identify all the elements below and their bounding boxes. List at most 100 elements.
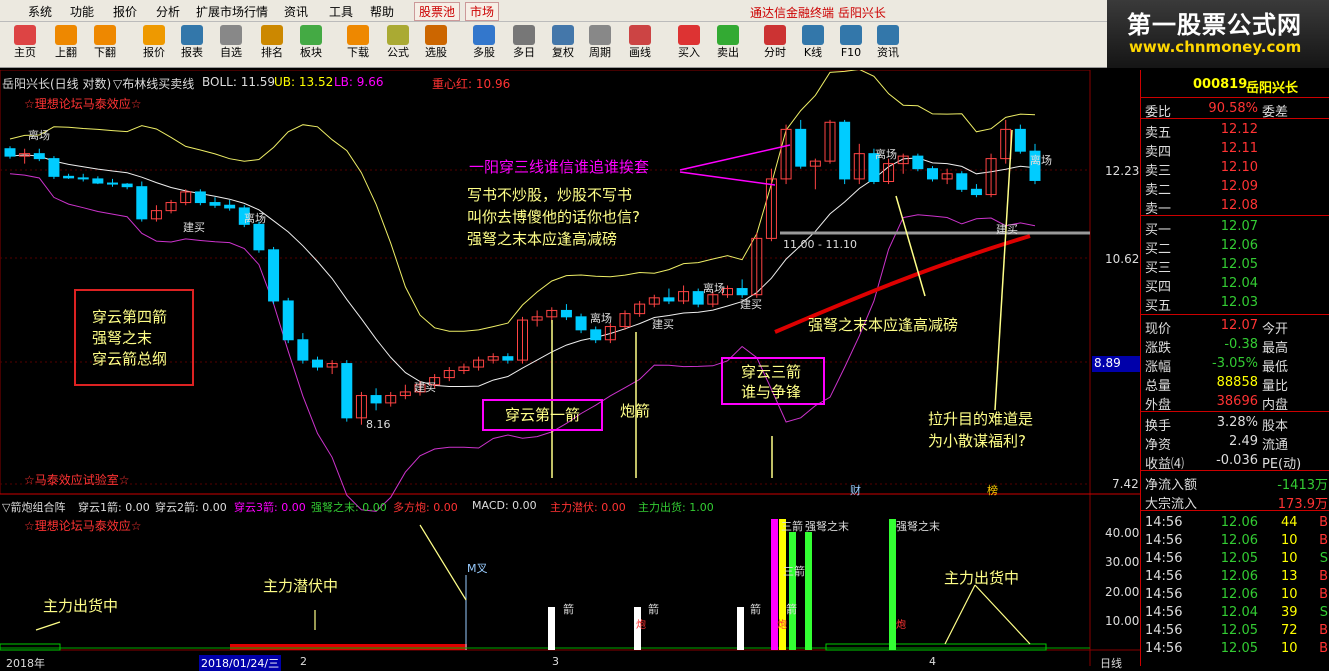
toolbar-f8-button[interactable]: 周期: [578, 24, 622, 66]
menu-extended-market[interactable]: 扩展市场行情: [196, 3, 268, 20]
signal-tag-buy: 建买: [996, 223, 1018, 236]
tick-row: 14:56 12.06 10 B: [1141, 531, 1329, 550]
toolbar-home-button[interactable]: 主页: [3, 24, 47, 66]
ask-row: 卖四 12.11: [1141, 139, 1329, 160]
signal-tag-exit: 离场: [590, 312, 612, 325]
bid-price: 12.07: [1220, 219, 1258, 234]
stat-row: 外盘 38696 内盘: [1141, 392, 1329, 413]
candle-body: [795, 128, 807, 167]
toolbar-sell-button[interactable]: 卖出: [706, 24, 750, 66]
timeshare-icon: [764, 25, 786, 45]
toolbar-report-button[interactable]: 报表: [170, 24, 214, 66]
toolbar-label: 卖出: [717, 46, 739, 59]
ranking-marker: 榜: [987, 484, 998, 497]
ask-price: 12.09: [1220, 179, 1258, 194]
toolbar-multi-day-button[interactable]: 多日: [502, 24, 546, 66]
toolbar-draw-button[interactable]: 画线: [618, 24, 662, 66]
annotation-arrow: [974, 584, 1031, 645]
sell-icon: [717, 25, 739, 45]
boll-upper-value: UB: 13.52: [274, 75, 334, 89]
window-title: 通达信金融终端 岳阳兴长: [750, 6, 886, 20]
macd-cross-label: M叉: [467, 562, 488, 575]
menu-system[interactable]: 系统: [28, 3, 52, 20]
toolbar-label: 自选: [220, 46, 242, 59]
bid-row: 买五 12.03: [1141, 293, 1329, 314]
menu-quote[interactable]: 报价: [113, 3, 137, 20]
toolbar-rank-button[interactable]: 排名: [250, 24, 294, 66]
stat-value: 88858: [1216, 375, 1258, 390]
candle-body: [502, 356, 514, 361]
ask-price: 12.10: [1220, 160, 1258, 175]
flow-value: 173.9万: [1277, 497, 1328, 512]
distribution-bar: [825, 643, 1047, 651]
candle-body: [224, 204, 236, 209]
report-icon: [181, 25, 203, 45]
bid-row: 买二 12.06: [1141, 236, 1329, 257]
chart-area[interactable]: 岳阳兴长(日线 对数) ▽布林线买卖线 BOLL: 11.59 UB: 13.5…: [0, 70, 1140, 671]
stock-pick-icon: [425, 25, 447, 45]
toolbar-f6-button[interactable]: 自选: [209, 24, 253, 66]
download-icon: [347, 25, 369, 45]
cannon-tag: 炮: [636, 620, 646, 631]
range-label: 11.00 - 11.10: [783, 238, 857, 251]
toolbar-label: 多股: [473, 46, 495, 59]
menu-analysis[interactable]: 分析: [156, 3, 180, 20]
logo-text: 第一股票公式网: [1127, 11, 1302, 39]
candle-body: [297, 339, 309, 361]
candle-body: [927, 168, 938, 180]
tab-stock-pool[interactable]: 股票池: [414, 2, 461, 21]
tick-time: 14:56: [1145, 641, 1183, 656]
tab-market[interactable]: 市场: [465, 2, 500, 21]
candle-body: [663, 297, 675, 302]
menu-tools[interactable]: 工具: [329, 3, 353, 20]
indicator-value-8: 主力出货: 1.00: [638, 501, 714, 514]
toolbar-sector-button[interactable]: 板块: [289, 24, 333, 66]
toolbar-download-button[interactable]: 下载: [336, 24, 380, 66]
candle-body: [121, 183, 133, 188]
toolbar-news-button[interactable]: 资讯: [866, 24, 910, 66]
candle-body: [77, 177, 89, 180]
toolbar-stock-pick-button[interactable]: 选股: [414, 24, 458, 66]
period-label[interactable]: 日线: [1100, 655, 1122, 671]
menu-help[interactable]: 帮助: [370, 3, 394, 20]
watermark-bottom: ☆马泰效应试验室☆: [24, 473, 130, 487]
kline-icon: [802, 25, 824, 45]
signal-tag-buy: 建买: [183, 221, 205, 234]
note-distribution-right: 主力出货中: [944, 569, 1020, 587]
tick-direction: B: [1319, 641, 1328, 656]
note-distribution-left: 主力出货中: [43, 597, 119, 615]
arrow-down-icon: [94, 25, 116, 45]
tick-volume: 10: [1281, 551, 1298, 566]
candle-body: [692, 291, 704, 305]
bid-row: 买四 12.04: [1141, 274, 1329, 295]
signal-tag-buy: 建买: [740, 298, 762, 311]
fund-flow-row: 大宗流入 173.9万: [1141, 491, 1329, 512]
signal-tag-exit: 离场: [703, 282, 725, 295]
price-tick-current: 8.89: [1092, 356, 1140, 372]
tick-price: 12.06: [1220, 533, 1258, 548]
candle-body: [956, 173, 968, 190]
arrow-up-icon: [55, 25, 77, 45]
bid-row: 买三 12.05: [1141, 255, 1329, 276]
chart-stock-name: 岳阳兴长(日线 对数): [2, 77, 112, 91]
annotation-arrow: [35, 621, 61, 631]
toolbar-label: 资讯: [877, 46, 899, 59]
f8-icon: [589, 25, 611, 45]
tick-row: 14:56 12.05 10 B: [1141, 639, 1329, 658]
candle-body: [253, 223, 265, 251]
buy-icon: [678, 25, 700, 45]
finance-marker: 财: [850, 484, 861, 497]
toolbar-arrow-up-button[interactable]: 上翻: [44, 24, 88, 66]
menu-function[interactable]: 功能: [70, 3, 94, 20]
tick-price: 12.06: [1220, 515, 1258, 530]
toolbar-multi-stock-button[interactable]: 多股: [462, 24, 506, 66]
signal-tag-exit: 离场: [28, 129, 50, 142]
note-box-third-arrow-line1: 穿云三箭: [741, 363, 802, 381]
bid-price: 12.06: [1220, 238, 1258, 253]
toolbar-buy-button[interactable]: 买入: [667, 24, 711, 66]
menu-news[interactable]: 资讯: [284, 3, 308, 20]
bid-price: 12.05: [1220, 257, 1258, 272]
candle-body: [839, 121, 851, 180]
toolbar-arrow-down-button[interactable]: 下翻: [83, 24, 127, 66]
toolbar-label: 上翻: [55, 46, 77, 59]
